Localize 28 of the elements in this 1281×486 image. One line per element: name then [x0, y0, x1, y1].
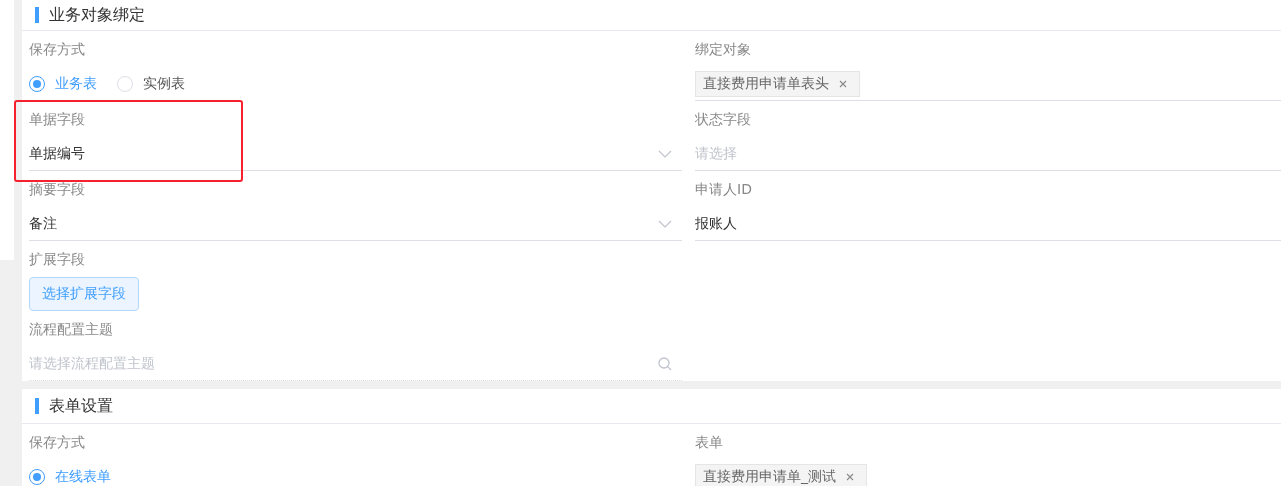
- input-field[interactable]: 请选择: [695, 137, 1281, 171]
- field-label: 摘要字段: [29, 180, 86, 199]
- chevron-down-icon: [658, 149, 672, 158]
- section-title: 表单设置: [49, 395, 113, 417]
- select-field[interactable]: 单据编号: [29, 137, 682, 171]
- section-title: 业务对象绑定: [49, 4, 145, 26]
- field-label: 单据字段: [29, 110, 86, 129]
- search-field[interactable]: 请选择流程配置主题: [29, 347, 682, 381]
- field-label: 流程配置主题: [29, 320, 114, 339]
- search-icon: [658, 356, 672, 371]
- field-label: 表单: [695, 433, 724, 452]
- radio-label[interactable]: 业务表: [55, 75, 97, 93]
- field-label: 申请人ID: [695, 180, 753, 199]
- tag: 直接费用申请单表头: [695, 70, 860, 97]
- input-field[interactable]: 报账人: [695, 207, 1281, 241]
- section-marker: [35, 398, 39, 414]
- chevron-down-icon: [658, 219, 672, 228]
- field-label: 保存方式: [29, 433, 86, 452]
- field-label: 扩展字段: [29, 250, 86, 269]
- radio-label[interactable]: 实例表: [143, 75, 185, 93]
- field-label: 绑定对象: [695, 40, 752, 59]
- field-label: 状态字段: [695, 110, 752, 129]
- select-extension-button[interactable]: 选择扩展字段: [29, 277, 139, 311]
- radio-label[interactable]: 在线表单: [55, 468, 111, 486]
- select-field[interactable]: 备注: [29, 207, 682, 241]
- field-label: 保存方式: [29, 40, 86, 59]
- section-marker: [35, 7, 39, 23]
- tag: 直接费用申请单_测试: [695, 463, 867, 486]
